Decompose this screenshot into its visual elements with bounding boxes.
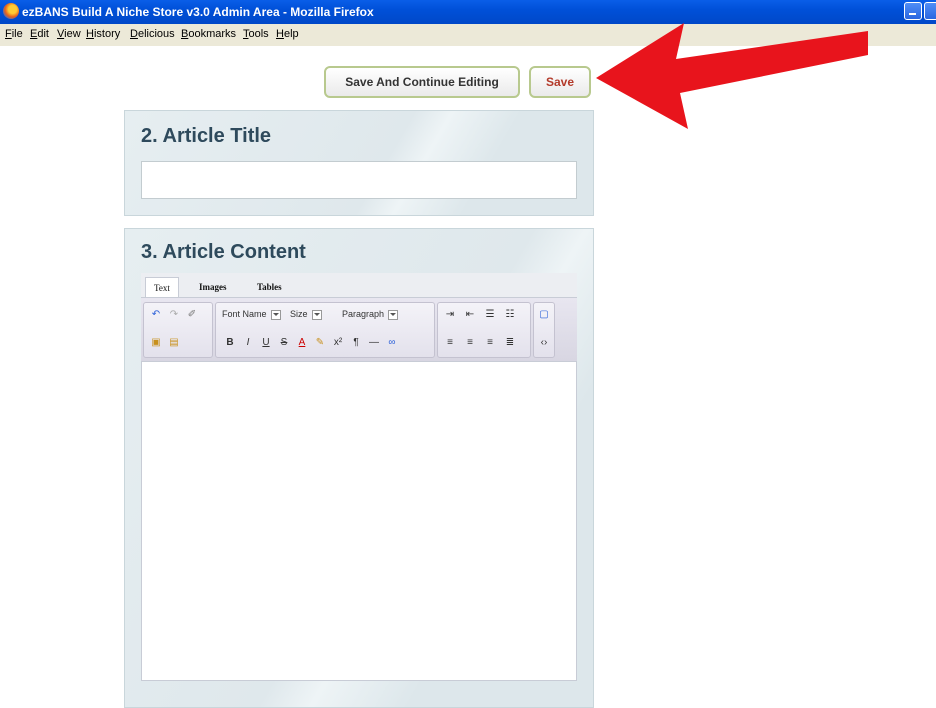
pilcrow-icon[interactable]: ¶ — [348, 335, 364, 351]
menu-file[interactable]: File — [5, 28, 23, 40]
window-controls — [902, 2, 936, 22]
menu-view[interactable]: View — [57, 28, 81, 40]
dropdown-arrow-icon — [270, 309, 281, 320]
toolbar-group-paragraph: ⇥ ⇤ ☰ ☷ ≡ ≡ ≡ ≣ — [437, 302, 531, 358]
tab-tables[interactable]: Tables — [249, 277, 290, 297]
maximize-icon[interactable] — [924, 2, 936, 20]
firefox-logo-icon — [3, 3, 19, 19]
dropdown-arrow-icon — [311, 309, 322, 320]
outdent-icon[interactable]: ⇤ — [462, 307, 478, 323]
editor-toolbar: ↶ ↷ ✐ ▣ ▤ Font Name Size Paragraph B I U… — [141, 297, 577, 361]
save-button[interactable]: Save — [529, 66, 591, 98]
rich-text-editor: Text Images Tables ↶ ↷ ✐ ▣ ▤ Font Name S… — [141, 273, 577, 681]
dropdown-arrow-icon — [388, 309, 399, 320]
article-title-heading: 2. Article Title — [141, 125, 272, 147]
article-content-panel: 3. Article Content Text Images Tables ↶ … — [124, 228, 594, 708]
font-name-label: Font Name — [222, 309, 267, 319]
italic-icon[interactable]: I — [240, 335, 256, 351]
align-right-icon[interactable]: ≡ — [482, 335, 498, 351]
article-title-input[interactable] — [141, 161, 577, 199]
ordered-list-icon[interactable]: ☰ — [482, 307, 498, 323]
paste-word-icon[interactable]: ▤ — [166, 335, 182, 351]
font-color-icon[interactable]: A — [294, 335, 310, 351]
font-size-label: Size — [290, 309, 308, 319]
redo-icon[interactable]: ↷ — [166, 307, 182, 323]
underline-icon[interactable]: U — [258, 335, 274, 351]
clear-format-icon[interactable]: ✐ — [184, 307, 200, 323]
menu-tools[interactable]: Tools — [243, 28, 269, 40]
article-content-heading: 3. Article Content — [141, 241, 306, 263]
undo-icon[interactable]: ↶ — [148, 307, 164, 323]
paragraph-select[interactable]: Paragraph — [342, 309, 399, 320]
article-title-panel: 2. Article Title — [124, 110, 594, 216]
fullscreen-icon[interactable]: ▢ — [536, 307, 552, 323]
tab-images[interactable]: Images — [191, 277, 235, 297]
align-center-icon[interactable]: ≡ — [462, 335, 478, 351]
strikethrough-icon[interactable]: S — [276, 335, 292, 351]
menu-delicious[interactable]: Delicious — [130, 28, 175, 40]
toolbar-group-view: ▢ ‹› — [533, 302, 555, 358]
menu-edit[interactable]: Edit — [30, 28, 49, 40]
minimize-icon[interactable] — [904, 2, 922, 20]
tab-text[interactable]: Text — [145, 277, 179, 298]
unordered-list-icon[interactable]: ☷ — [502, 307, 518, 323]
indent-icon[interactable]: ⇥ — [442, 307, 458, 323]
menu-help[interactable]: Help — [276, 28, 299, 40]
superscript-icon[interactable]: x² — [330, 335, 346, 351]
align-left-icon[interactable]: ≡ — [442, 335, 458, 351]
menu-bookmarks[interactable]: Bookmarks — [181, 28, 236, 40]
bold-icon[interactable]: B — [222, 335, 238, 351]
horizontal-rule-icon[interactable]: — — [366, 335, 382, 351]
toolbar-group-history: ↶ ↷ ✐ ▣ ▤ — [143, 302, 213, 358]
font-name-select[interactable]: Font Name — [222, 309, 281, 320]
save-and-continue-button[interactable]: Save And Continue Editing — [324, 66, 520, 98]
font-size-select[interactable]: Size — [290, 309, 322, 320]
page-content: Save And Continue Editing Save 2. Articl… — [0, 23, 936, 708]
paragraph-label: Paragraph — [342, 309, 385, 319]
window-title: ezBANS Build A Niche Store v3.0 Admin Ar… — [22, 5, 374, 19]
red-arrow-icon — [596, 23, 868, 129]
toolbar-group-format: Font Name Size Paragraph B I U S A ✎ x² … — [215, 302, 435, 358]
paste-icon[interactable]: ▣ — [148, 335, 164, 351]
link-icon[interactable]: ∞ — [384, 335, 400, 351]
menu-history[interactable]: History — [86, 28, 120, 40]
editor-content-area[interactable] — [141, 361, 577, 681]
highlight-icon[interactable]: ✎ — [312, 335, 328, 351]
source-code-icon[interactable]: ‹› — [536, 335, 552, 351]
align-justify-icon[interactable]: ≣ — [502, 335, 518, 351]
